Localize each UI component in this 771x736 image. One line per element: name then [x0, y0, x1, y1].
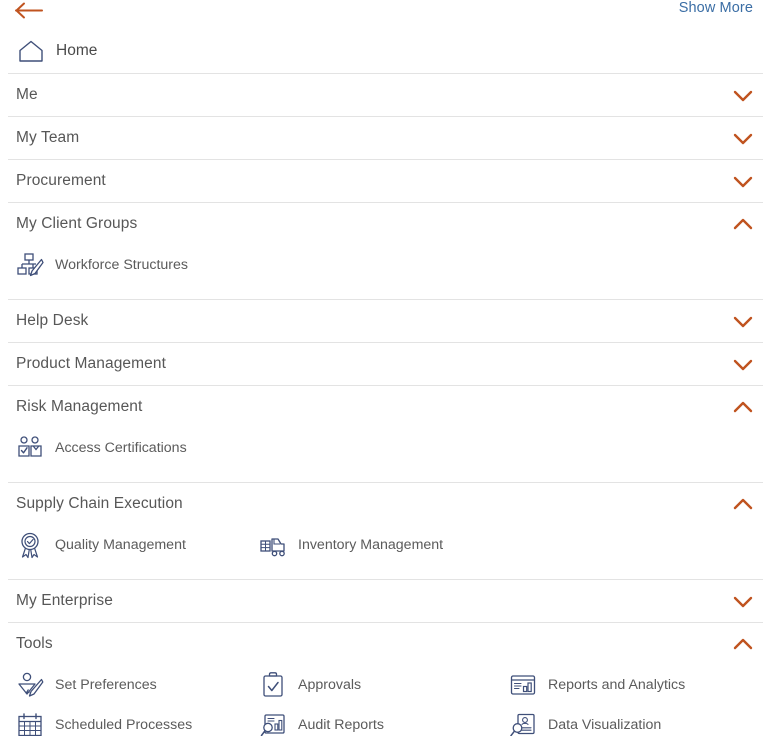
nav-item-label: Scheduled Processes [55, 717, 193, 733]
nav-item[interactable]: Reports and Analytics [499, 665, 759, 705]
forklift-icon [260, 538, 285, 557]
chevron-down-icon [733, 176, 753, 187]
chevron-down-icon [733, 133, 753, 144]
group-header-tools[interactable]: Tools [0, 623, 771, 665]
show-more-link[interactable]: Show More [679, 0, 753, 16]
nav-item-label: Access Certifications [55, 440, 187, 456]
group-title: Product Management [16, 355, 166, 372]
nav-item[interactable]: Set Preferences [0, 665, 249, 705]
nav-item-label: Quality Management [55, 537, 186, 553]
item-row: Scheduled Processes Audit Reports Data Vis… [0, 705, 771, 736]
home-icon [19, 40, 43, 62]
group-title: Supply Chain Execution [16, 495, 183, 512]
navigator-panel: Show More Home Me My Team Procurement My Cl… [0, 0, 771, 736]
nav-item-label: Set Preferences [55, 677, 157, 693]
item-row: Quality Management Inventory Management [0, 525, 771, 565]
calendar-grid-icon [18, 713, 42, 736]
users-checklist-icon [18, 436, 42, 457]
chevron-up-icon [733, 218, 753, 229]
nav-item-label: Reports and Analytics [548, 677, 686, 693]
group-items-my-client-groups: Workforce Structures [0, 245, 771, 299]
nav-item[interactable]: Data Visualization [499, 705, 759, 736]
group-header-my-enterprise[interactable]: My Enterprise [0, 580, 771, 622]
magnifier-document-icon [510, 713, 535, 736]
nav-item[interactable]: Scheduled Processes [0, 705, 249, 736]
group-title: Tools [16, 635, 53, 652]
group-header-my-team[interactable]: My Team [0, 117, 771, 159]
group-title: Me [16, 86, 38, 103]
group-my-client-groups: My Client Groups Workforce Structures [0, 203, 771, 299]
group-me: Me [0, 74, 771, 116]
nav-item[interactable]: Audit Reports [249, 705, 499, 736]
group-title: My Enterprise [16, 592, 113, 609]
group-risk-management: Risk Management Access Certifications [0, 386, 771, 482]
audit-magnifier-chart-icon [260, 714, 285, 736]
item-row: Workforce Structures [0, 245, 771, 285]
chevron-up-icon [733, 498, 753, 509]
group-title: My Client Groups [16, 215, 138, 232]
group-items-risk-management: Access Certifications [0, 428, 771, 482]
item-row: Set Preferences Approvals Reports and Anal… [0, 665, 771, 705]
nav-item[interactable]: Access Certifications [0, 428, 249, 468]
nav-item-label: Approvals [298, 677, 362, 693]
group-items-tools: Set Preferences Approvals Reports and Anal… [0, 665, 771, 736]
org-chart-edit-icon [17, 253, 44, 277]
group-tools: Tools Set Preferences Approvals Reports and… [0, 623, 771, 736]
nav-item[interactable]: Quality Management [0, 525, 249, 565]
nav-item-label: Audit Reports [298, 717, 384, 733]
back-button[interactable] [14, 0, 48, 24]
chevron-up-icon [733, 401, 753, 412]
top-bar: Show More [0, 0, 771, 28]
item-row: Access Certifications [0, 428, 771, 468]
nav-item-label: Workforce Structures [55, 257, 188, 273]
group-header-my-client-groups[interactable]: My Client Groups [0, 203, 771, 245]
award-ribbon-icon [21, 532, 39, 559]
chevron-up-icon [733, 638, 753, 649]
group-header-supply-chain-execution[interactable]: Supply Chain Execution [0, 483, 771, 525]
group-help-desk: Help Desk [0, 300, 771, 342]
group-header-procurement[interactable]: Procurement [0, 160, 771, 202]
nav-item[interactable]: Workforce Structures [0, 245, 249, 285]
chevron-down-icon [733, 359, 753, 370]
group-product-management: Product Management [0, 343, 771, 385]
group-title: My Team [16, 129, 80, 146]
home-label: Home [56, 41, 98, 59]
group-title: Help Desk [16, 312, 89, 329]
chevron-down-icon [733, 316, 753, 327]
nav-item[interactable]: Inventory Management [249, 525, 499, 565]
group-items-supply-chain-execution: Quality Management Inventory Management [0, 525, 771, 579]
home-row[interactable]: Home [0, 28, 771, 73]
group-list: Me My Team Procurement My Client Groups Work… [0, 73, 771, 736]
nav-item-label: Inventory Management [298, 537, 444, 553]
group-header-help-desk[interactable]: Help Desk [0, 300, 771, 342]
group-header-product-management[interactable]: Product Management [0, 343, 771, 385]
clipboard-check-icon [263, 672, 283, 697]
chevron-down-icon [733, 90, 753, 101]
group-procurement: Procurement [0, 160, 771, 202]
group-title: Risk Management [16, 398, 143, 415]
group-header-me[interactable]: Me [0, 74, 771, 116]
group-my-enterprise: My Enterprise [0, 580, 771, 622]
arrow-left-icon [15, 2, 43, 19]
nav-item[interactable]: Approvals [249, 665, 499, 705]
group-title: Procurement [16, 172, 106, 189]
chevron-down-icon [733, 596, 753, 607]
user-pencil-icon [18, 672, 44, 697]
group-header-risk-management[interactable]: Risk Management [0, 386, 771, 428]
nav-item-label: Data Visualization [548, 717, 662, 733]
group-supply-chain-execution: Supply Chain Execution Quality Management… [0, 483, 771, 579]
group-my-team: My Team [0, 117, 771, 159]
report-chart-icon [510, 675, 536, 695]
